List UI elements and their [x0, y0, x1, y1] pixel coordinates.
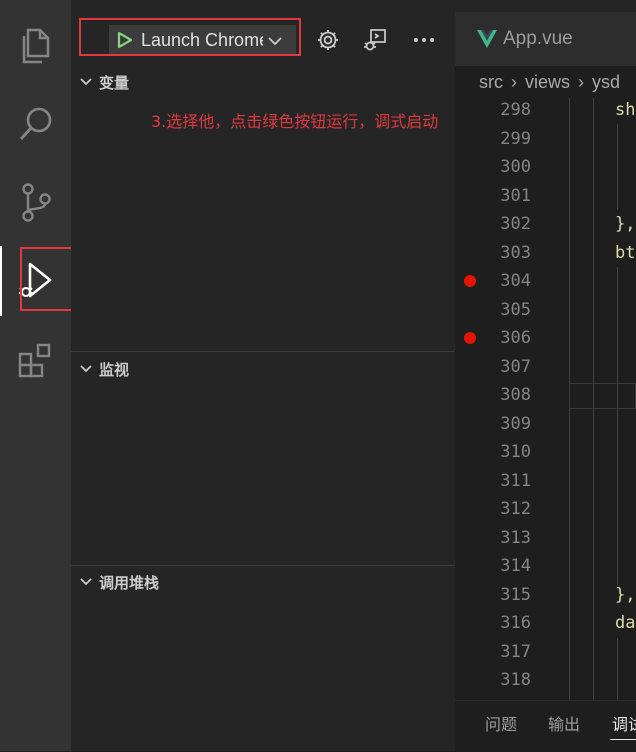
- code-line: 300: [455, 153, 636, 181]
- annotation-text: 3.选择他，点击绿色按钮运行，调式启动: [151, 112, 439, 131]
- line-number: 301: [500, 185, 531, 206]
- extensions-icon[interactable]: [0, 336, 71, 384]
- line-number: 311: [500, 470, 531, 491]
- code-line: 299: [455, 125, 636, 153]
- active-indicator: [0, 246, 2, 316]
- line-number: 300: [500, 157, 531, 177]
- code-line: 309: [455, 410, 636, 438]
- line-number: 316: [500, 613, 531, 633]
- breakpoint-icon[interactable]: [464, 332, 476, 344]
- code-line: 312: [455, 495, 636, 523]
- files-icon[interactable]: [0, 22, 71, 70]
- line-number: 309: [500, 413, 531, 434]
- annotation-box-config: [79, 18, 301, 56]
- tab-problems[interactable]: 问题: [485, 711, 517, 735]
- debug-console-icon[interactable]: [362, 27, 388, 53]
- editor-tabbar: App.vue: [455, 0, 636, 66]
- code-line: 305: [455, 296, 636, 324]
- active-tab-underline: [610, 739, 636, 740]
- code-text: bt: [615, 242, 636, 263]
- callstack-title: 调用堆栈: [99, 573, 160, 592]
- line-number: 317: [500, 641, 531, 662]
- breadcrumb-item[interactable]: src: [479, 72, 503, 93]
- line-number: 315: [500, 584, 531, 605]
- debug-sidebar: Launch Chrome 变量 3.选择他，点击绿色按钮运行，调式启动 监视 …: [71, 0, 455, 751]
- code-line: 314: [455, 552, 636, 580]
- chevron-down-icon: [79, 577, 93, 587]
- watch-section-header[interactable]: 监视: [71, 358, 455, 380]
- code-line: 310: [455, 438, 636, 466]
- line-number: 302: [500, 214, 531, 234]
- line-number: 298: [500, 100, 531, 120]
- code-text: da: [615, 613, 636, 633]
- editor: App.vue src › views › ysd 298 sh 299 300 301…: [455, 0, 636, 752]
- panel-tabs: 问题 输出 调试: [455, 700, 636, 752]
- section-divider: [71, 351, 455, 352]
- code-line: 316 da: [455, 609, 636, 637]
- chevron-down-icon: [79, 77, 93, 87]
- code-line: 302},: [455, 210, 636, 238]
- line-number: 312: [500, 499, 531, 519]
- line-number: 313: [500, 527, 531, 548]
- tab-output[interactable]: 输出: [548, 711, 580, 735]
- watch-title: 监视: [99, 360, 130, 379]
- search-icon[interactable]: [0, 100, 71, 148]
- source-control-icon[interactable]: [0, 178, 71, 226]
- code-line: 303 bt: [455, 239, 636, 267]
- code-line: 306: [455, 324, 636, 352]
- line-number: 303: [500, 242, 531, 263]
- debug-toolbar: Launch Chrome: [71, 10, 455, 68]
- code-text: },: [615, 214, 636, 234]
- breadcrumb-item[interactable]: views: [525, 72, 570, 93]
- line-number: 305: [500, 299, 531, 320]
- code-text: },: [615, 584, 636, 605]
- code-line: 318: [455, 666, 636, 694]
- line-number: 318: [500, 670, 531, 690]
- breakpoint-icon[interactable]: [464, 275, 476, 287]
- vue-file-icon: [477, 30, 497, 48]
- code-line: 301: [455, 182, 636, 210]
- tab-debug-console[interactable]: 调试: [612, 711, 636, 735]
- variables-title: 变量: [99, 73, 130, 92]
- chevron-down-icon: [79, 364, 93, 374]
- code-line: 317: [455, 638, 636, 666]
- code-line: 304: [455, 267, 636, 295]
- code-line: 307: [455, 353, 636, 381]
- code-line: 313: [455, 524, 636, 552]
- code-line: 311: [455, 467, 636, 495]
- tab-label: App.vue: [503, 28, 573, 49]
- section-divider: [71, 565, 455, 566]
- line-number: 310: [500, 442, 531, 462]
- more-icon[interactable]: [411, 27, 437, 53]
- line-number: 306: [500, 328, 531, 348]
- chevron-right-icon: ›: [578, 71, 585, 92]
- code-line: 315},: [455, 581, 636, 609]
- line-number: 308: [500, 385, 531, 405]
- code-text: sh: [615, 100, 636, 120]
- tab-app-vue[interactable]: App.vue: [455, 12, 636, 66]
- breadcrumb-item[interactable]: ysd: [592, 72, 620, 93]
- code-line: 298 sh: [455, 96, 636, 124]
- breadcrumb: src › views › ysd: [455, 66, 636, 98]
- chevron-right-icon: ›: [511, 71, 517, 92]
- code-line: 308: [455, 381, 636, 409]
- line-number: 299: [500, 128, 531, 149]
- line-number: 314: [500, 556, 531, 576]
- line-number: 304: [500, 271, 531, 291]
- activity-bar: [0, 0, 86, 751]
- line-number: 307: [500, 356, 531, 377]
- callstack-section-header[interactable]: 调用堆栈: [71, 571, 455, 593]
- gear-icon[interactable]: [315, 27, 341, 53]
- variables-section-header[interactable]: 变量: [71, 71, 455, 93]
